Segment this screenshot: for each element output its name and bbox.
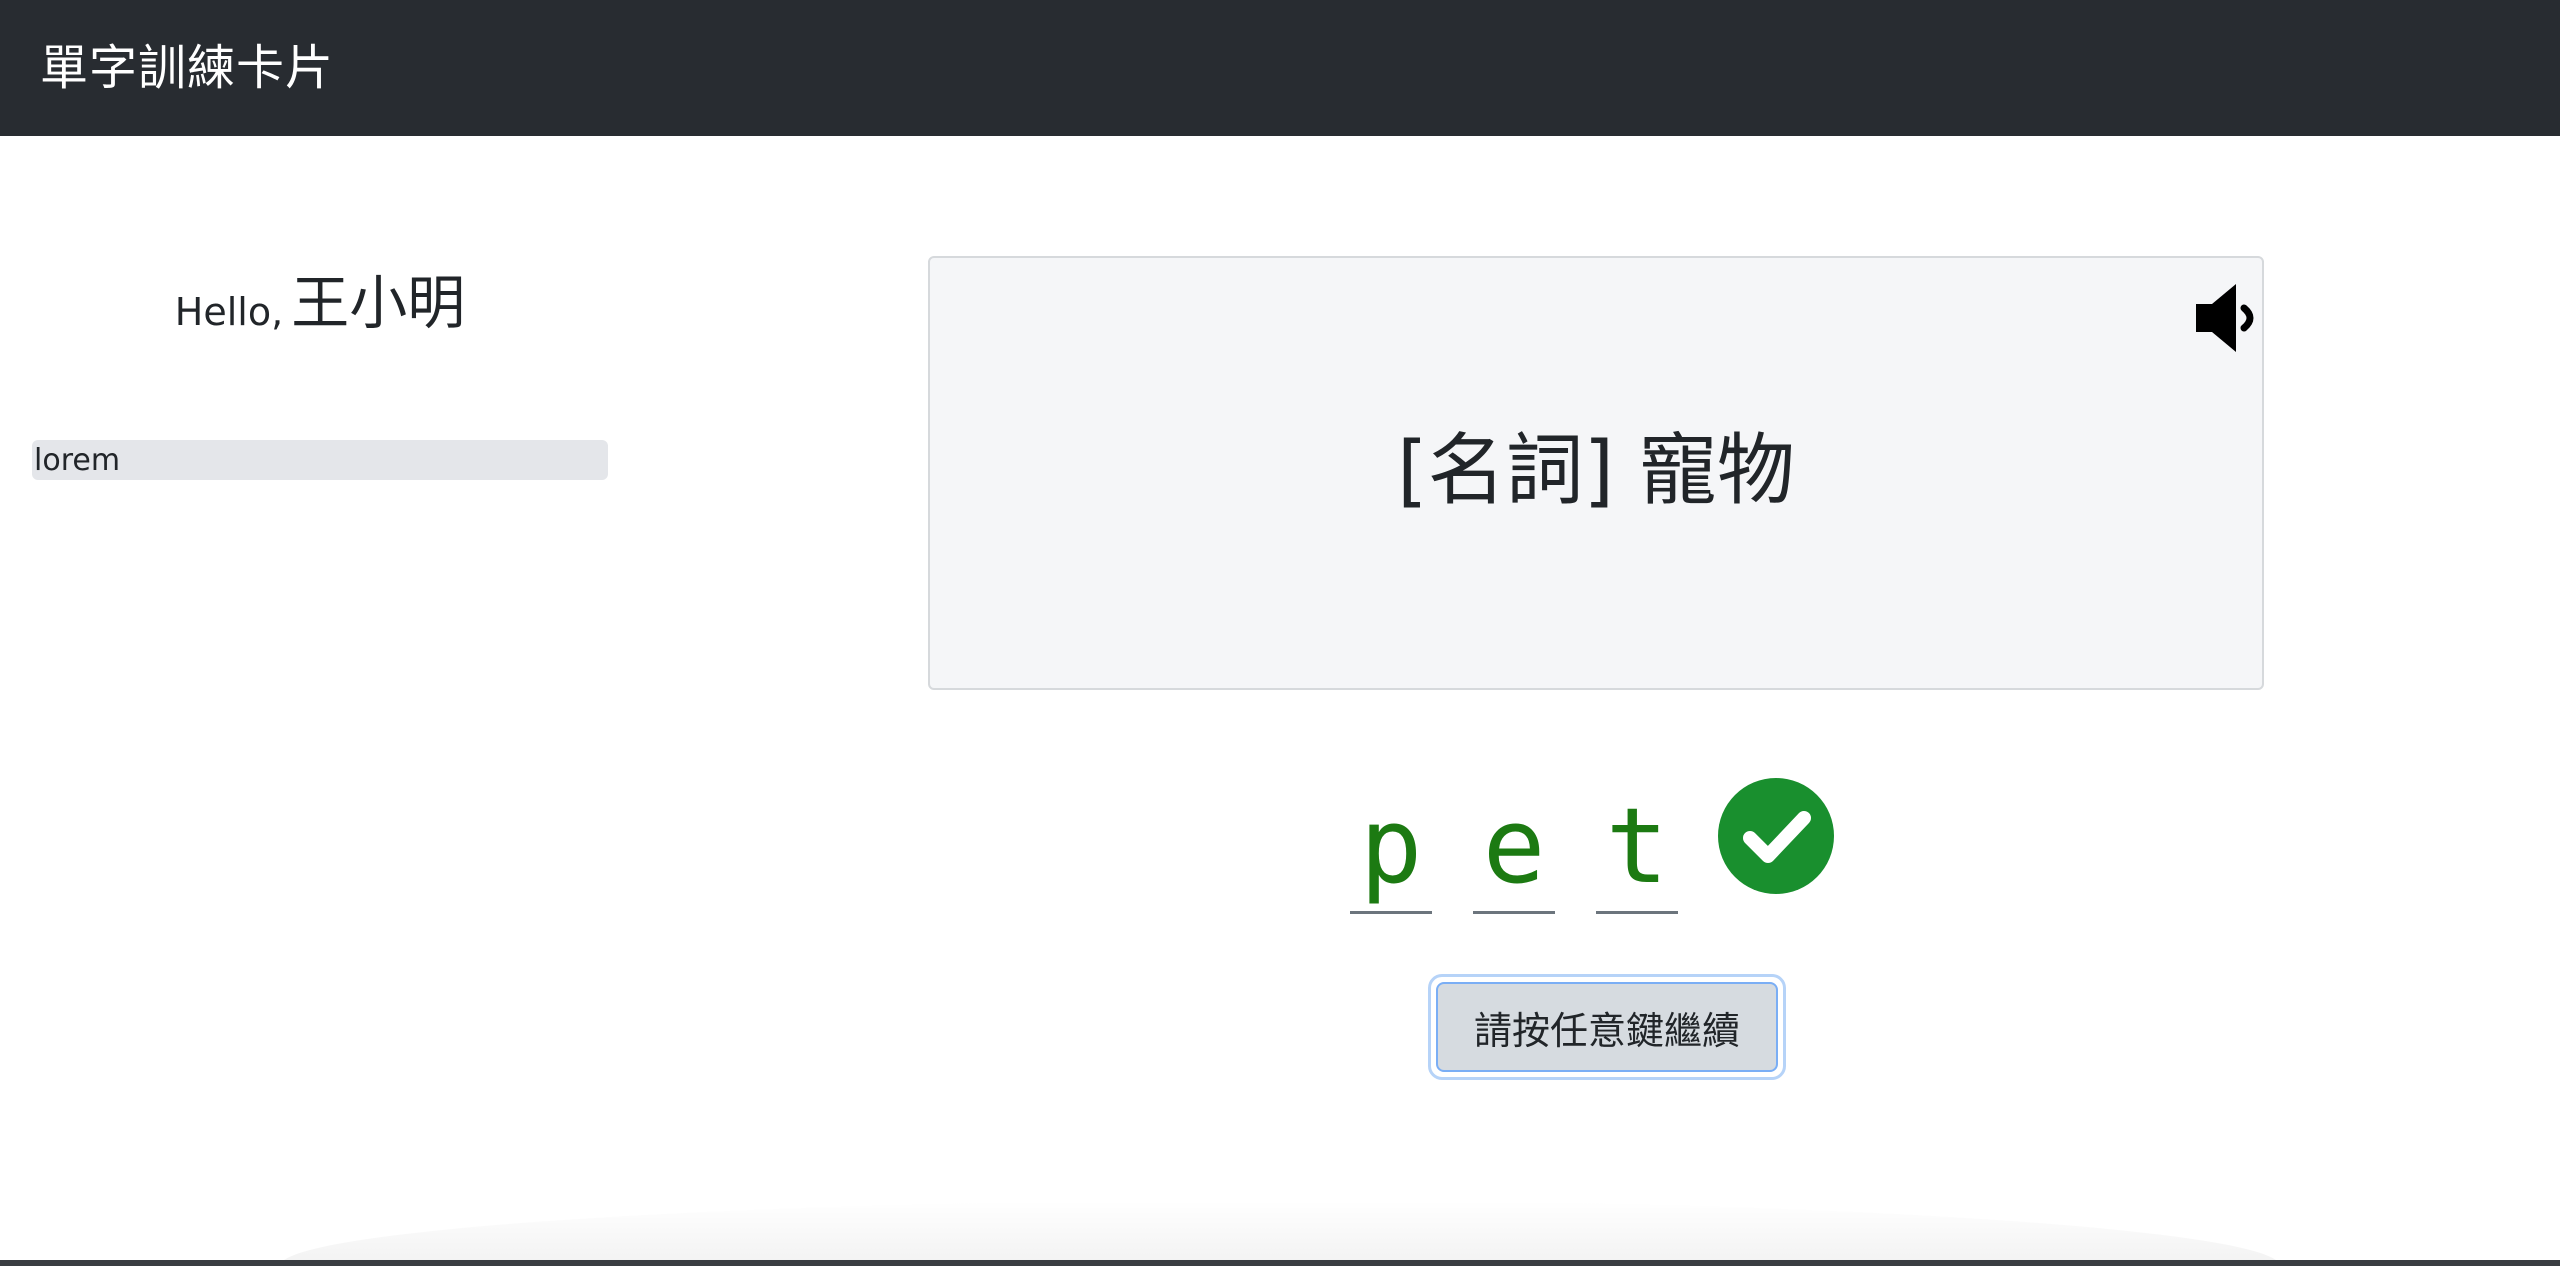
top-navbar: 單字訓練卡片: [0, 0, 2560, 136]
app-title[interactable]: 單字訓練卡片: [40, 44, 334, 92]
greeting-prefix: Hello,: [174, 290, 284, 334]
word-definition: [名詞] 寵物: [1397, 426, 1795, 516]
page-bottom-edge: [0, 1260, 2560, 1266]
page-bottom-shadow: [280, 1200, 2280, 1266]
letter-slot[interactable]: t: [1596, 778, 1678, 914]
sidebar-item-label: lorem: [34, 442, 121, 478]
sidebar: Hello, 王小明 lorem: [32, 250, 608, 480]
continue-button[interactable]: 請按任意鍵繼續: [1428, 974, 1786, 1080]
continue-button-label: 請按任意鍵繼續: [1436, 982, 1778, 1072]
user-name: 王小明: [291, 269, 466, 337]
answer-input-row: p e t: [1350, 778, 1834, 918]
greeting: Hello, 王小明: [32, 250, 608, 340]
letter-slot[interactable]: p: [1350, 778, 1432, 914]
volume-icon[interactable]: [2192, 278, 2262, 358]
check-circle-icon: [1718, 778, 1834, 894]
letter-slot[interactable]: e: [1473, 778, 1555, 914]
flashcard: [名詞] 寵物: [928, 256, 2264, 690]
sidebar-item-lorem[interactable]: lorem: [32, 440, 608, 480]
